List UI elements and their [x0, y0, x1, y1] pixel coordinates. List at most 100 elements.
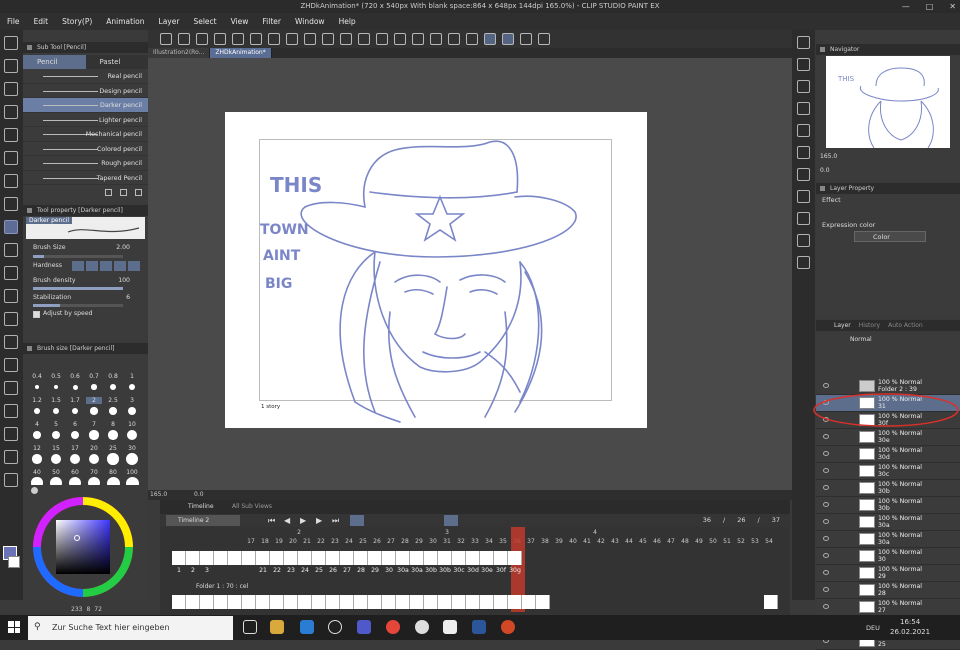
folder-cell[interactable]: [466, 595, 480, 609]
layer-row[interactable]: 100 % Normal 30a: [816, 514, 960, 531]
open-icon[interactable]: [214, 33, 226, 45]
timeline-cell[interactable]: [368, 551, 382, 565]
brush-size-dot[interactable]: [52, 407, 60, 415]
brush-size-dot[interactable]: [70, 430, 80, 440]
visibility-eye-icon[interactable]: [823, 536, 829, 541]
layer-row[interactable]: 100 % Normal 30b: [816, 497, 960, 514]
brush-size-dot[interactable]: [107, 453, 119, 465]
navigator-preview[interactable]: THIS: [826, 56, 950, 149]
stabilization-value[interactable]: 6: [126, 294, 130, 301]
frame-number[interactable]: 20: [286, 538, 300, 545]
subtool-item[interactable]: Tapered Pencil: [23, 171, 148, 185]
hardness-step[interactable]: [99, 260, 113, 272]
timeline-cell[interactable]: [172, 551, 186, 565]
angle-readout[interactable]: 0.0: [194, 490, 204, 500]
first-frame-icon[interactable]: ⏮: [268, 516, 275, 526]
layer-row[interactable]: 100 % Normal 30a: [816, 531, 960, 548]
windows-start-icon[interactable]: [8, 621, 20, 633]
folder-cell[interactable]: [382, 595, 396, 609]
folder-cell[interactable]: [494, 595, 508, 609]
color-wheel[interactable]: [31, 495, 135, 599]
menu-help[interactable]: Help: [332, 13, 363, 30]
folder-track-label[interactable]: Folder 1 : 70 : cel: [196, 583, 248, 590]
visibility-eye-icon[interactable]: [823, 604, 829, 609]
brush-size-dot[interactable]: [126, 453, 138, 465]
brush-size-dot[interactable]: [91, 384, 97, 390]
brush-size-option[interactable]: 20: [86, 445, 102, 452]
brush-size-dot[interactable]: [127, 406, 137, 416]
balloon-icon[interactable]: [4, 450, 18, 464]
subtool-item[interactable]: Colored pencil: [23, 142, 148, 156]
folder-cell[interactable]: [522, 595, 536, 609]
brush-size-option[interactable]: 10: [124, 421, 140, 428]
layer-row[interactable]: 100 % Normal 30c: [816, 463, 960, 480]
frame-number[interactable]: 27: [384, 538, 398, 545]
timeline-cell[interactable]: [396, 551, 410, 565]
brush-size-option[interactable]: 6: [67, 421, 83, 428]
pen-icon[interactable]: [4, 197, 18, 211]
timeline-cell[interactable]: [200, 551, 214, 565]
frame-number[interactable]: 40: [566, 538, 580, 545]
auto-select-icon[interactable]: [4, 151, 18, 165]
brush-size-dot[interactable]: [128, 383, 136, 391]
frame-number[interactable]: 45: [636, 538, 650, 545]
timeline-cell[interactable]: [466, 551, 480, 565]
brush-size-dot[interactable]: [53, 384, 59, 390]
color-mode-icon[interactable]: [31, 487, 38, 494]
clock-time[interactable]: 16:54: [900, 618, 920, 626]
brush-size-option[interactable]: 15: [48, 445, 64, 452]
frame-number[interactable]: 52: [734, 538, 748, 545]
frame-number[interactable]: 17: [244, 538, 258, 545]
brush-size-dot[interactable]: [90, 407, 98, 415]
visibility-eye-icon[interactable]: [823, 434, 829, 439]
tab-layer[interactable]: Layer: [834, 320, 851, 331]
clear-icon[interactable]: [340, 33, 352, 45]
hardness-step[interactable]: [113, 260, 127, 272]
frame-number[interactable]: 35: [496, 538, 510, 545]
frame-number[interactable]: 32: [454, 538, 468, 545]
powerpoint-icon[interactable]: [501, 620, 515, 634]
clock-date[interactable]: 26.02.2021: [890, 628, 930, 636]
hardness-step[interactable]: [71, 260, 85, 272]
folder-cell[interactable]: [764, 595, 778, 609]
brush-size-option[interactable]: 0.7: [86, 373, 102, 380]
frame-number[interactable]: 39: [552, 538, 566, 545]
doc-tab-animation[interactable]: ZHDkAnimation*: [210, 48, 272, 58]
folder-cell[interactable]: [438, 595, 452, 609]
folder-cell[interactable]: [270, 595, 284, 609]
loop-icon[interactable]: [350, 515, 364, 526]
hardness-step[interactable]: [85, 260, 99, 272]
frame-number[interactable]: 54: [762, 538, 776, 545]
subtool-item[interactable]: Design pencil: [23, 84, 148, 98]
layer-row[interactable]: 100 % Normal 30e: [816, 429, 960, 446]
close-icon[interactable]: ✕: [949, 0, 956, 13]
frame-number[interactable]: 33: [468, 538, 482, 545]
brush-size-dot[interactable]: [32, 454, 42, 464]
ruler-icon[interactable]: [430, 33, 442, 45]
menu-window[interactable]: Window: [288, 13, 332, 30]
brush-size-option[interactable]: 2: [86, 397, 102, 404]
onion-skin-icon[interactable]: [444, 515, 458, 526]
navigator-angle[interactable]: 0.0: [820, 167, 830, 174]
tab-history[interactable]: History: [859, 320, 880, 331]
fill-icon[interactable]: [358, 33, 370, 45]
brush-size-dot[interactable]: [89, 430, 99, 440]
folder-cell[interactable]: [536, 595, 550, 609]
frame-number[interactable]: 41: [580, 538, 594, 545]
folder-cell[interactable]: [340, 595, 354, 609]
folder-cell[interactable]: [214, 595, 228, 609]
layer-row[interactable]: 100 % Normal 30: [816, 548, 960, 565]
fill-tool-icon[interactable]: [4, 335, 18, 349]
move-icon[interactable]: [4, 105, 18, 119]
timeline-cell[interactable]: [424, 551, 438, 565]
timeline-cell[interactable]: [508, 551, 522, 565]
folder-cell[interactable]: [368, 595, 382, 609]
copy-subtool-icon[interactable]: [120, 189, 127, 196]
folder-cell[interactable]: [200, 595, 214, 609]
folder-cell[interactable]: [354, 595, 368, 609]
subtool-item[interactable]: Darker pencil: [23, 98, 148, 113]
frame-number[interactable]: 46: [650, 538, 664, 545]
add-subtool-icon[interactable]: [105, 189, 112, 196]
timeline-cell[interactable]: [438, 551, 452, 565]
brush-size-option[interactable]: 0.4: [29, 373, 45, 380]
